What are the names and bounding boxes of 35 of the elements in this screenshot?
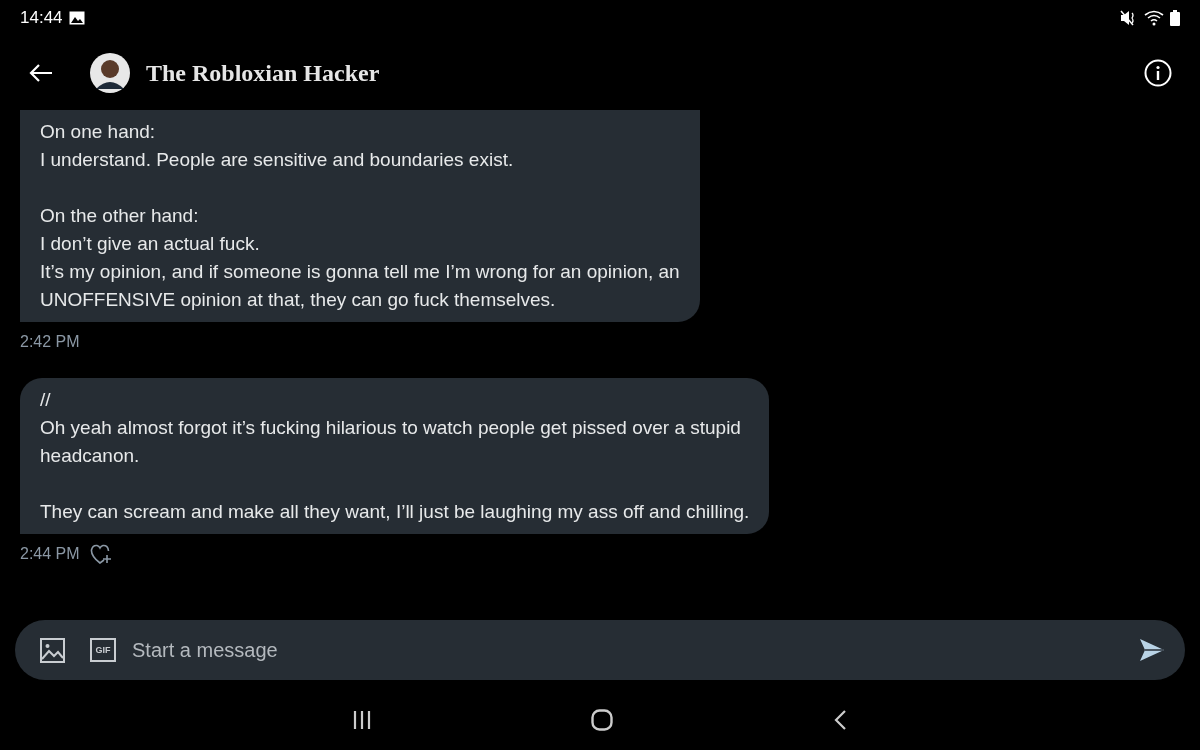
message-text: headcanon.	[40, 444, 141, 468]
home-button[interactable]	[591, 709, 613, 731]
message-text: Oh yeah almost forgot it’s fucking hilarious to watch people get pissed over a stupid	[40, 416, 742, 440]
message-text: I understand. People are sensitive and boundaries exist.	[40, 148, 515, 172]
info-icon	[1144, 59, 1172, 87]
recent-apps-icon	[353, 710, 371, 730]
back-arrow-icon	[29, 63, 53, 83]
wifi-icon	[1144, 10, 1164, 26]
send-icon	[1139, 638, 1165, 662]
send-button[interactable]	[1139, 638, 1165, 662]
message-time: 2:44 PM	[20, 544, 80, 564]
add-reaction-icon[interactable]	[89, 544, 112, 564]
message-input[interactable]: Start a message	[132, 635, 1139, 665]
message-text: UNOFFENSIVE opinion at that, they can go fuck themselves.	[40, 288, 557, 312]
status-time: 14:44	[20, 7, 63, 30]
info-button[interactable]	[1144, 59, 1172, 87]
message-text: They can scream and make all they want, I’ll just be laughing my ass off and chilling.	[40, 500, 750, 524]
battery-icon	[1170, 10, 1180, 26]
recent-apps-button[interactable]	[353, 710, 371, 730]
message-field[interactable]: GIF Start a message	[15, 620, 1185, 680]
home-icon	[591, 709, 613, 731]
image-icon	[40, 637, 65, 663]
gallery-icon	[68, 11, 85, 25]
nav-back-button[interactable]	[833, 710, 847, 730]
image-button[interactable]	[40, 637, 65, 663]
message-text: It’s my opinion, and if someone is gonna tell me I’m wrong for an opinion, an	[40, 260, 680, 284]
message-text: On the other hand:	[40, 204, 200, 228]
message-text: On one hand:	[40, 120, 157, 144]
message-text: //	[40, 388, 52, 412]
avatar[interactable]	[90, 53, 130, 93]
message-time: 2:42 PM	[20, 332, 80, 352]
conversation-title: The Robloxian Hacker	[146, 59, 380, 88]
gif-button[interactable]: GIF	[90, 638, 116, 662]
chevron-left-icon	[833, 710, 847, 730]
message-text: I don’t give an actual fuck.	[40, 232, 261, 256]
